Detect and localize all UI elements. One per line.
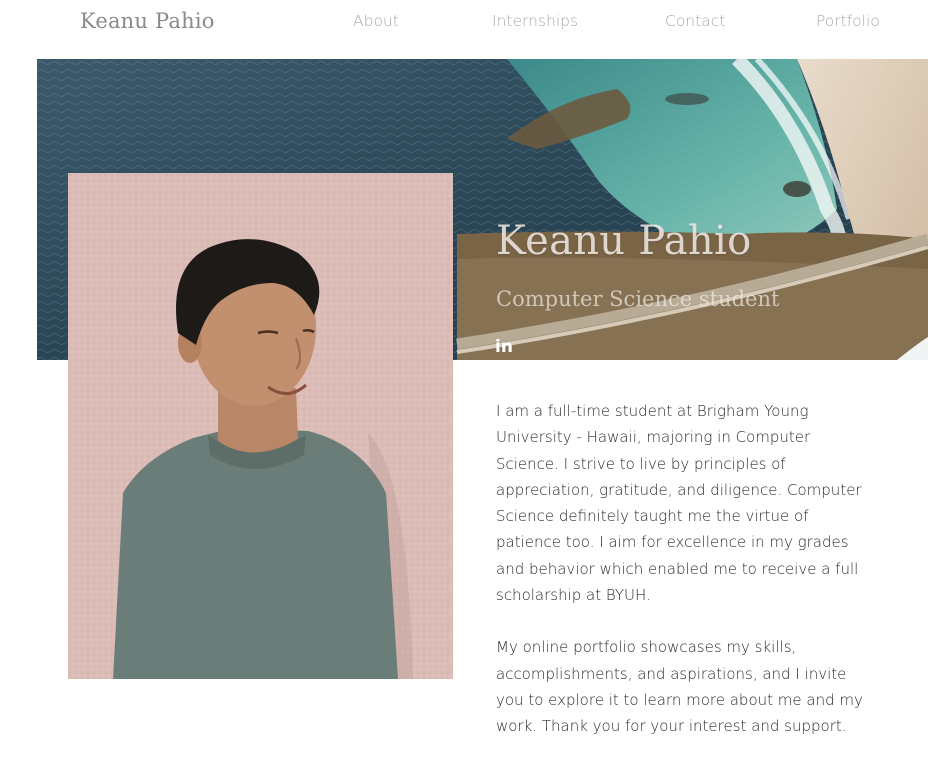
nav-internships[interactable]: Internships <box>492 12 578 30</box>
bio-section: I am a full-time student at Brigham Youn… <box>496 398 866 740</box>
linkedin-icon[interactable]: in <box>495 337 515 357</box>
hero-subtitle: Computer Science student <box>496 287 780 311</box>
profile-photo <box>68 173 453 679</box>
bio-paragraph-1: I am a full-time student at Brigham Youn… <box>496 402 862 605</box>
hero-name: Keanu Pahio <box>496 218 752 264</box>
nav-about[interactable]: About <box>353 12 399 30</box>
nav-portfolio[interactable]: Portfolio <box>816 12 880 30</box>
bio-paragraph-2: My online portfolio showcases my skills,… <box>496 638 863 736</box>
site-logo[interactable]: Keanu Pahio <box>80 9 215 33</box>
page: Keanu Pahio About Internships Contact Po… <box>0 0 928 770</box>
portrait-image <box>68 173 453 679</box>
nav-contact[interactable]: Contact <box>665 12 725 30</box>
